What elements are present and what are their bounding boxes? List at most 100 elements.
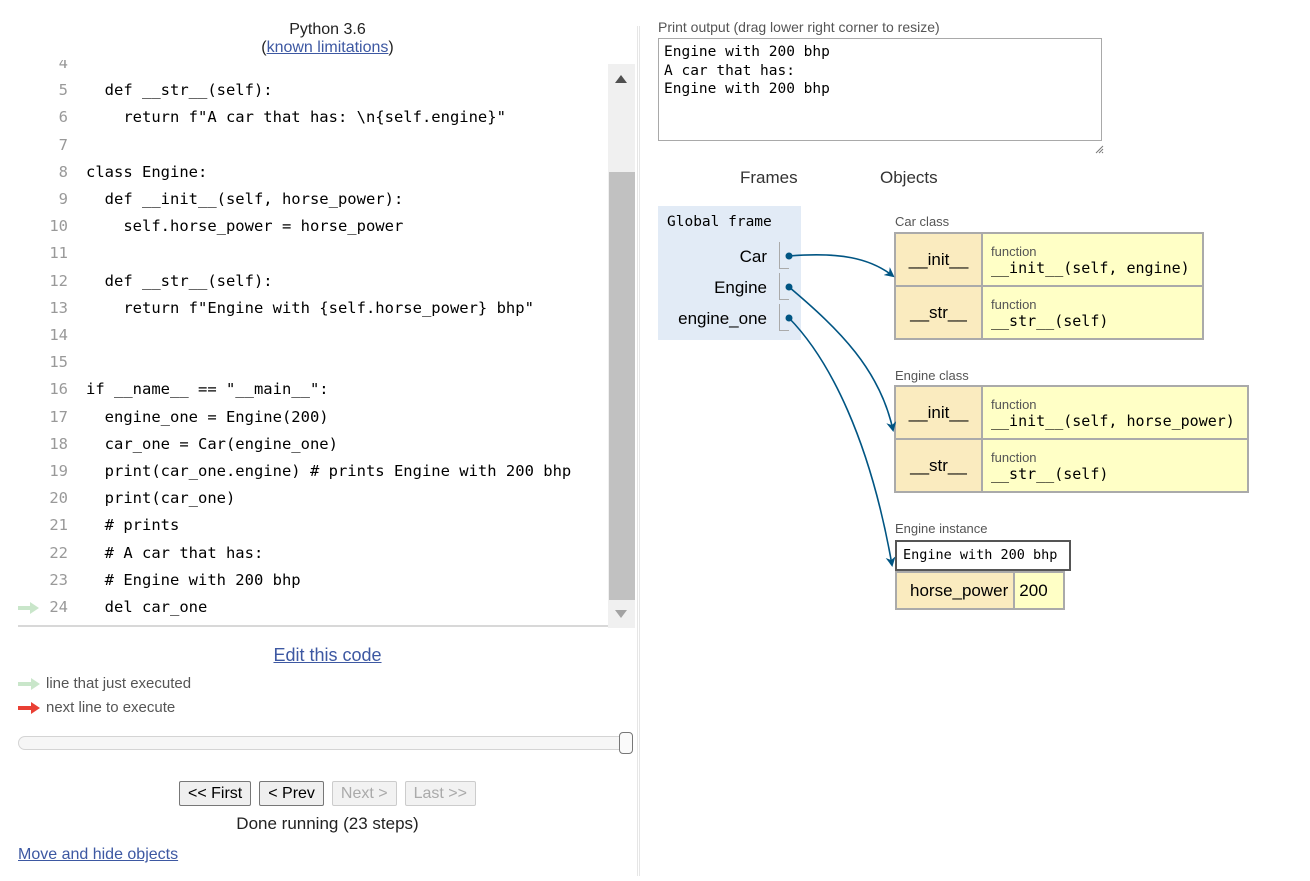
language-header: Python 3.6 (known limitations): [0, 21, 655, 57]
line-number: 8: [58, 162, 68, 181]
scroll-up-button[interactable]: [608, 64, 635, 94]
frames-header: Frames: [740, 168, 798, 187]
member-key: __str__: [894, 285, 983, 340]
variable-row-engine-one: engine_one: [658, 304, 801, 335]
code-line: 17 engine_one = Engine(200): [18, 404, 608, 431]
line-number: 4: [58, 60, 68, 72]
member-value: function __str__(self): [981, 285, 1204, 340]
code-line: 5 def __str__(self):: [18, 77, 608, 104]
engine-class-label: Engine class: [895, 368, 969, 383]
line-number: 11: [49, 244, 68, 263]
just-executed-arrow-icon: [18, 594, 40, 621]
car-class-label: Car class: [895, 214, 950, 229]
line-source: engine_one = Engine(200): [86, 407, 329, 426]
line-number: 14: [49, 326, 68, 344]
code-panel: Python 3.6 (known limitations) 45 def __…: [0, 0, 640, 881]
class-member-row: __str__ function __str__(self): [894, 285, 1204, 340]
print-output-label: Print output (drag lower right corner to…: [658, 19, 940, 35]
member-value: function __str__(self): [981, 438, 1249, 493]
paren-close: ): [388, 39, 394, 56]
line-source: del car_one: [86, 598, 208, 616]
step-slider[interactable]: [18, 732, 633, 754]
line-number: 6: [58, 108, 68, 127]
class-member-row: __str__ function __str__(self): [894, 438, 1249, 493]
line-source: return f"A car that has: \n{self.engine}…: [86, 108, 506, 127]
line-number: 19: [49, 462, 68, 480]
line-number: 16: [49, 380, 68, 399]
code-line: 6 return f"A car that has: \n{self.engin…: [18, 104, 608, 131]
code-line: 19 print(car_one.engine) # prints Engine…: [18, 458, 608, 485]
code-line: 16 if __name__ == "__main__":: [18, 376, 608, 403]
line-number: 15: [49, 353, 68, 372]
scroll-down-button[interactable]: [608, 598, 635, 628]
line-number: 21: [49, 516, 68, 535]
execution-status: Done running (23 steps): [236, 814, 419, 833]
member-value: function __init__(self, horse_power): [981, 385, 1249, 440]
legend-just-executed: line that just executed: [18, 674, 191, 694]
line-number: 22: [49, 543, 68, 562]
car-class-object[interactable]: __init__ function __init__(self, engine)…: [894, 232, 1204, 340]
line-source: self.horse_power = horse_power: [86, 217, 404, 236]
code-line: 20 print(car_one): [18, 485, 608, 512]
prev-button[interactable]: < Prev: [259, 781, 324, 806]
line-source: car_one = Car(engine_one): [86, 434, 338, 453]
variable-row-car: Car: [658, 242, 801, 273]
function-type: function: [991, 297, 1037, 312]
function-signature: __str__(self): [991, 465, 1109, 483]
line-number: 23: [49, 570, 68, 589]
green-arrow-icon: [18, 678, 40, 691]
line-number: 17: [49, 407, 68, 426]
print-output-box[interactable]: Engine with 200 bhp A car that has: Engi…: [658, 38, 1102, 141]
last-button[interactable]: Last >>: [404, 781, 476, 806]
variable-name: Engine: [714, 278, 767, 297]
pointer-arrow-engine: [788, 286, 897, 432]
slider-handle[interactable]: [619, 732, 633, 754]
function-signature: __init__(self, engine): [991, 259, 1190, 277]
line-source: class Engine:: [86, 162, 208, 181]
engine-class-object[interactable]: __init__ function __init__(self, horse_p…: [894, 385, 1249, 493]
code-line: 4: [18, 60, 608, 77]
code-scrollbar[interactable]: [608, 64, 635, 628]
line-number: 20: [49, 489, 68, 508]
legend-next-line: next line to execute: [18, 698, 175, 718]
resize-grip-icon[interactable]: [1094, 144, 1104, 154]
member-key: __init__: [894, 385, 983, 440]
function-type: function: [991, 244, 1037, 259]
move-hide-objects-link[interactable]: Move and hide objects: [18, 846, 178, 864]
global-frame: Global frame Car Engine engine_one: [658, 206, 801, 340]
function-signature: __init__(self, horse_power): [991, 412, 1235, 430]
code-line: 10 self.horse_power = horse_power: [18, 213, 608, 240]
line-source: # prints: [86, 516, 180, 535]
next-button[interactable]: Next >: [331, 781, 397, 806]
member-value: function __init__(self, engine): [981, 232, 1204, 287]
function-signature: __str__(self): [991, 312, 1109, 330]
objects-header: Objects: [880, 168, 938, 187]
global-frame-title: Global frame: [667, 214, 772, 230]
function-type: function: [991, 397, 1037, 412]
pointer-slot: [779, 304, 789, 331]
arrow-up-icon: [615, 75, 627, 83]
panel-divider[interactable]: [637, 26, 640, 876]
edit-code-link[interactable]: Edit this code: [0, 645, 655, 666]
variable-name: engine_one: [678, 309, 767, 328]
line-source: def __init__(self, horse_power):: [86, 190, 404, 208]
code-line: 21 # prints: [18, 512, 608, 539]
engine-instance-label: Engine instance: [895, 521, 988, 536]
attribute-row: horse_power 200: [894, 571, 1065, 610]
line-source: print(car_one): [86, 489, 236, 508]
attribute-value: 200: [1013, 571, 1065, 610]
language-label: Python 3.6: [289, 21, 366, 38]
first-button[interactable]: << First: [179, 781, 252, 806]
member-key: __str__: [894, 438, 983, 493]
scroll-thumb[interactable]: [609, 172, 635, 600]
code-line: 15: [18, 349, 608, 376]
member-key: __init__: [894, 232, 983, 287]
function-type: function: [991, 450, 1037, 465]
legend-next-line-label: next line to execute: [46, 699, 176, 716]
engine-instance-repr[interactable]: Engine with 200 bhp: [895, 540, 1071, 571]
line-number: 10: [49, 217, 68, 236]
engine-instance-attributes: horse_power 200: [894, 571, 1065, 610]
line-number: 12: [49, 271, 68, 290]
line-source: # A car that has:: [86, 543, 264, 562]
known-limitations-link[interactable]: known limitations: [267, 39, 389, 56]
